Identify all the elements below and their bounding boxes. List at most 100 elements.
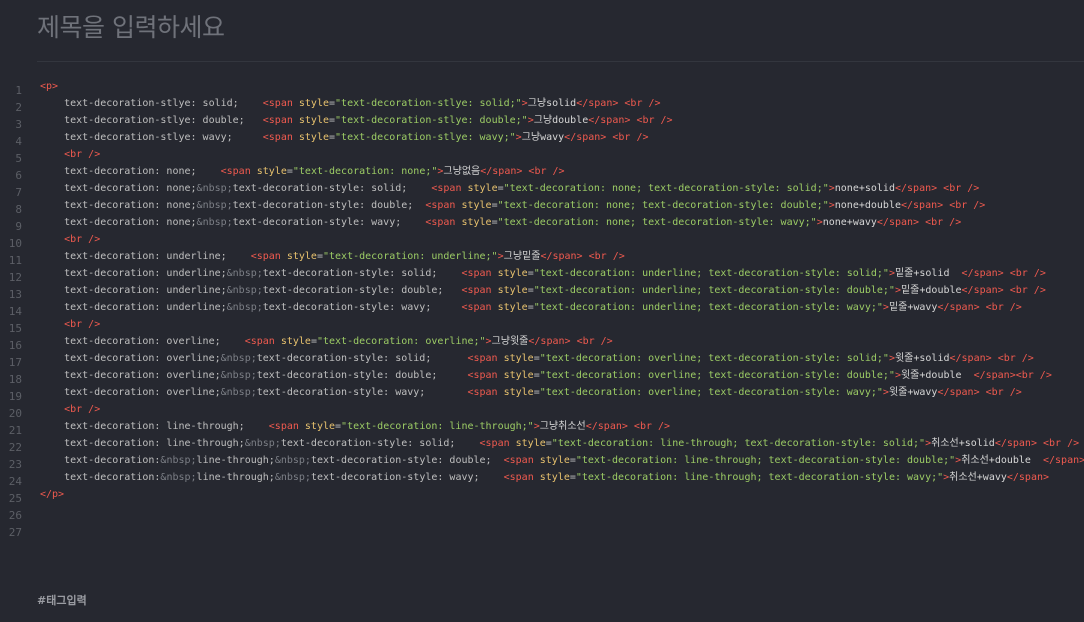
- code-token: style: [256, 166, 287, 177]
- code-token: text-decoration-style: solid;: [262, 268, 462, 279]
- code-token: <span: [461, 302, 498, 313]
- code-token: style: [503, 387, 534, 398]
- code-token: "text-decoration: underline; text-decora…: [533, 285, 895, 296]
- tag-input[interactable]: #태그입력: [37, 592, 87, 608]
- code-token: <span: [479, 438, 516, 449]
- code-token: 취소선+wavy: [949, 472, 1007, 483]
- code-token: <br />: [528, 166, 565, 177]
- code-line: text-decoration: overline;&nbsp;text-dec…: [40, 367, 1084, 384]
- code-line: <br />: [40, 231, 1084, 248]
- code-token: <br />: [985, 302, 1022, 313]
- code-token: 윗줄+wavy: [888, 387, 938, 398]
- code-token: "text-decoration: line-through;": [341, 421, 534, 432]
- code-token: line-through;: [196, 472, 275, 483]
- code-token: <span: [461, 268, 498, 279]
- code-token: style: [539, 472, 570, 483]
- code-token: <span: [467, 353, 504, 364]
- code-token: &nbsp;: [226, 285, 263, 296]
- code-token: style: [497, 268, 528, 279]
- code-line: text-decoration: underline;&nbsp;text-de…: [40, 299, 1084, 316]
- line-number: 10: [8, 237, 22, 250]
- code-line: text-decoration:&nbsp;line-through;&nbsp…: [40, 452, 1084, 469]
- code-token: 윗줄+solid: [894, 353, 950, 364]
- code-token: <span: [467, 370, 504, 381]
- code-token: <span: [461, 285, 498, 296]
- code-token: </span>: [576, 98, 619, 109]
- code-line: <br />: [40, 316, 1084, 333]
- line-number: 16: [8, 339, 22, 352]
- code-token: style: [461, 200, 492, 211]
- code-token: text-decoration: overline;: [40, 336, 245, 347]
- code-token: 그냥solid: [527, 98, 577, 109]
- code-token: <br />: [997, 353, 1034, 364]
- code-token: <br />: [633, 421, 671, 432]
- line-number: 18: [8, 373, 22, 386]
- code-token: <br />: [943, 183, 980, 194]
- code-token: <br />: [1009, 285, 1046, 296]
- code-token: style: [503, 370, 534, 381]
- code-token: text-decoration-style: solid;: [280, 438, 480, 449]
- code-token: &nbsp;: [220, 353, 257, 364]
- line-number: 25: [8, 492, 22, 505]
- code-token: <span: [262, 115, 299, 126]
- code-token: 윗줄+double: [900, 370, 974, 381]
- code-token: <br />: [949, 200, 986, 211]
- code-token: text-decoration-style: wavy;: [310, 472, 504, 483]
- code-line: text-decoration: underline;&nbsp;text-de…: [40, 265, 1084, 282]
- code-token: style: [515, 438, 546, 449]
- code-token: </span>: [937, 387, 980, 398]
- line-number: 17: [8, 356, 22, 369]
- code-token: 밑줄+double: [900, 285, 962, 296]
- code-token: "text-decoration: overline; text-decorat…: [539, 370, 895, 381]
- code-token: </span>: [961, 285, 1004, 296]
- code-token: </span>: [894, 183, 938, 194]
- code-token: &nbsp;: [160, 455, 197, 466]
- code-token: </span>: [1043, 455, 1084, 466]
- code-token: </span>: [876, 217, 920, 228]
- code-token: <span: [268, 421, 305, 432]
- line-number: 26: [8, 509, 22, 522]
- code-token: <br />: [64, 234, 101, 245]
- title-divider: [37, 61, 1084, 62]
- code-token: &nbsp;: [274, 455, 311, 466]
- code-token: <br />: [64, 404, 101, 415]
- code-token: 취소선+solid: [931, 438, 995, 449]
- post-title-input[interactable]: 제목을 입력하세요: [37, 8, 225, 44]
- code-token: text-decoration-style: double;: [310, 455, 504, 466]
- code-line: <br />: [40, 146, 1084, 163]
- code-token: text-decoration: line-through;: [40, 438, 245, 449]
- code-token: text-decoration-style: solid;: [232, 183, 432, 194]
- code-token: <span: [503, 455, 540, 466]
- code-token: text-decoration-style: double;: [256, 370, 468, 381]
- code-token: text-decoration-stlye: solid;: [40, 98, 263, 109]
- code-token: <span: [220, 166, 257, 177]
- code-token: style: [497, 285, 528, 296]
- code-token: &nbsp;: [226, 302, 263, 313]
- code-token: &nbsp;: [196, 200, 233, 211]
- code-token: </span>: [480, 166, 523, 177]
- code-token: </span>: [588, 115, 631, 126]
- code-token: style: [503, 353, 534, 364]
- line-number: 2: [15, 101, 22, 114]
- code-token: "text-decoration: overline; text-decorat…: [539, 353, 889, 364]
- code-line: text-decoration-stlye: wavy; <span style…: [40, 129, 1084, 146]
- code-token: text-decoration: none;: [40, 217, 197, 228]
- line-number: 13: [8, 288, 22, 301]
- line-number: 9: [15, 220, 22, 233]
- code-token: "text-decoration: underline;": [322, 251, 498, 262]
- code-token: <span: [250, 251, 287, 262]
- code-token: <span: [431, 183, 468, 194]
- code-token: line-through;: [196, 455, 275, 466]
- code-token: <br />: [624, 98, 661, 109]
- code-token: 그냥밑줄: [503, 251, 541, 262]
- code-token: style: [539, 455, 570, 466]
- code-token: </span>: [528, 336, 571, 347]
- html-code-editor[interactable]: <p> text-decoration-stlye: solid; <span …: [40, 78, 1084, 537]
- code-token: style: [304, 421, 336, 432]
- code-token: style: [467, 183, 498, 194]
- code-token: <br />: [612, 132, 649, 143]
